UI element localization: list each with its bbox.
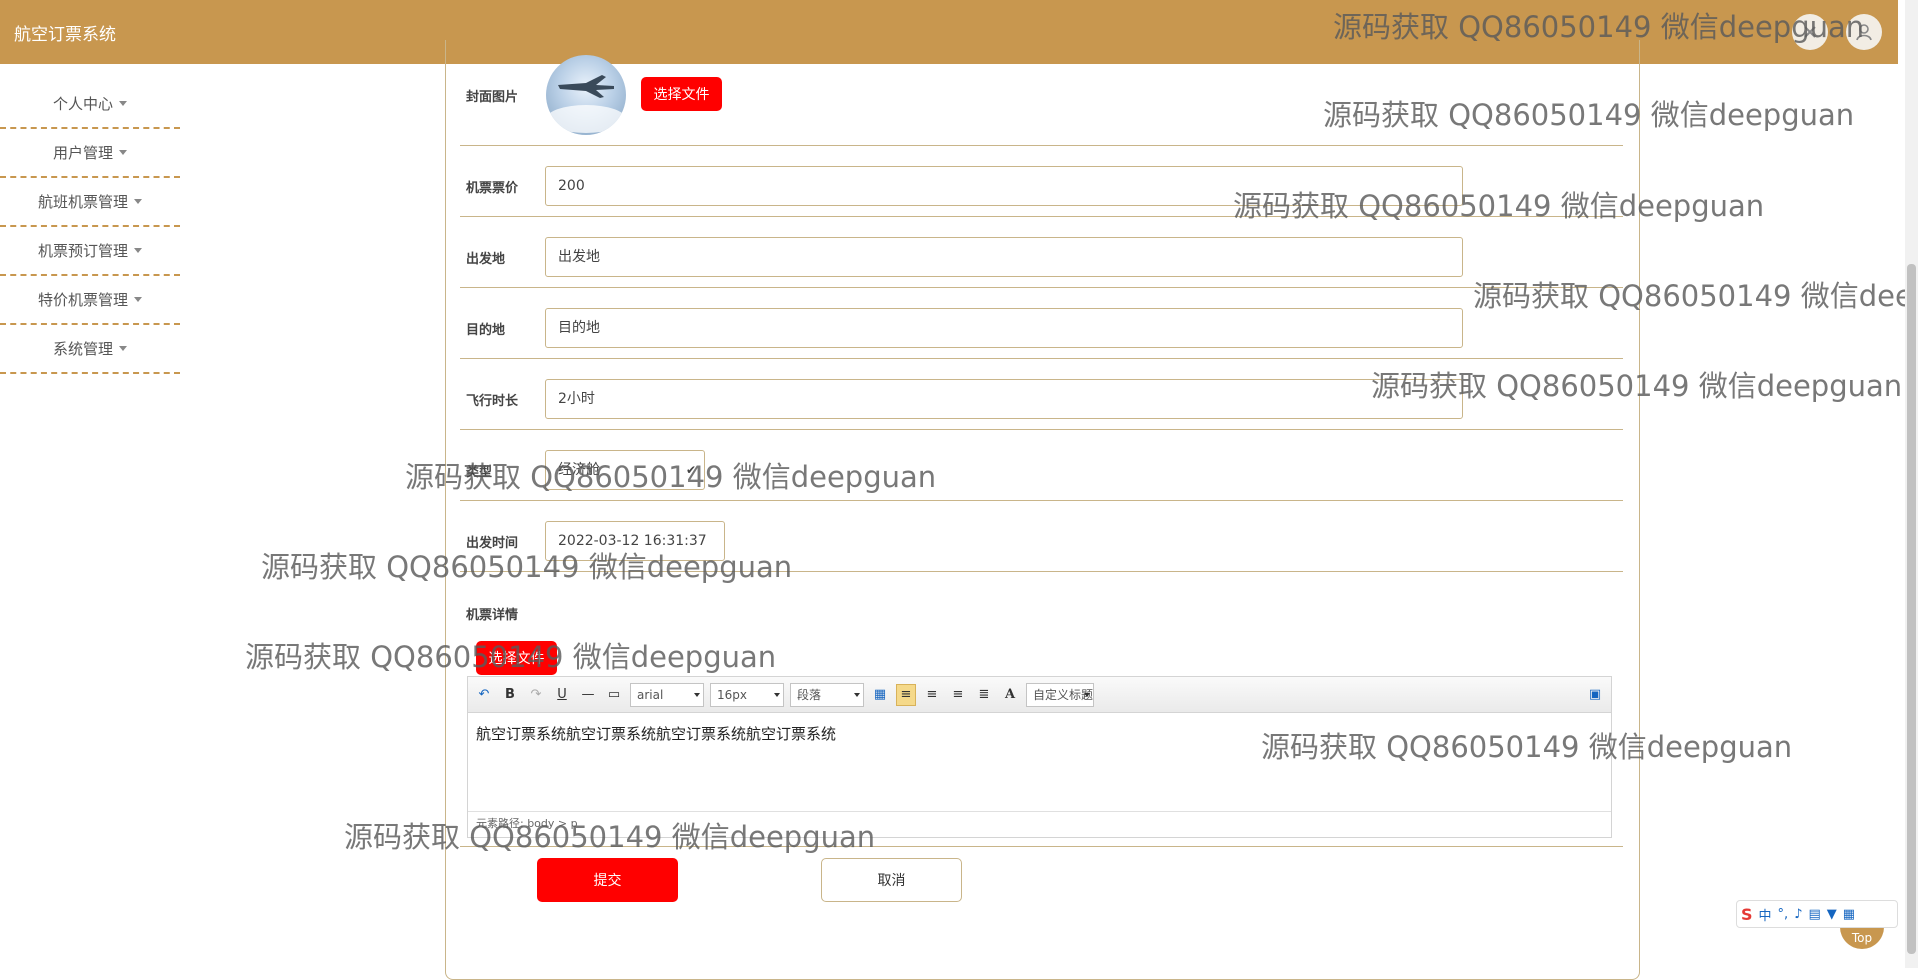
chevron-down-icon [119,101,127,106]
redo-icon[interactable]: ↷ [526,684,546,706]
font-color-icon[interactable]: A [1000,684,1020,706]
departure-label: 出发地 [466,252,506,267]
font-family-select[interactable]: arial [630,682,704,707]
toolbox-icon[interactable]: ▦ [1843,907,1855,922]
cover-image [546,55,626,135]
sidebar-item-label: 用户管理 [52,144,113,162]
sidebar: 个人中心 用户管理 航班机票管理 机票预订管理 特价机票管理 系统管理 [0,80,180,374]
sidebar-item-personal-center[interactable]: 个人中心 [0,80,180,129]
type-row: 类型 经济舱 ✔ [460,430,1623,501]
align-justify-icon[interactable]: ≣ [974,684,994,706]
fullscreen-icon[interactable]: ▣ [1585,684,1605,706]
destination-label: 目的地 [466,323,506,338]
duration-row: 飞行时长 2小时 [460,359,1623,430]
align-right-icon[interactable]: ≡ [922,684,942,706]
chevron-down-icon [119,346,127,351]
submit-button[interactable]: 提交 [537,858,678,902]
align-left-icon[interactable]: ≡ [896,683,916,706]
user-icon[interactable] [1846,14,1882,50]
departure-time-row: 出发时间 2022-03-12 16:31:37 [460,501,1623,572]
sidebar-item-user-management[interactable]: 用户管理 [0,129,180,178]
chevron-down-icon [134,297,142,302]
chevron-down-icon [134,248,142,253]
horizontal-rule-icon[interactable]: — [578,684,598,706]
details-upload-button[interactable]: 选择文件 [476,641,557,675]
airplane-icon [546,75,626,133]
sidebar-item-label: 特价机票管理 [37,291,128,309]
microphone-icon[interactable]: ♪ [1794,907,1802,922]
tools-icon[interactable] [1792,14,1828,50]
underline-icon[interactable]: U [552,684,572,706]
sidebar-item-special-ticket-management[interactable]: 特价机票管理 [0,276,180,325]
ime-toolbar: S 中 °, ♪ ▤ ▼ ▦ [1736,900,1898,928]
cover-upload-button[interactable]: 选择文件 [641,77,722,111]
sidebar-item-system-management[interactable]: 系统管理 [0,325,180,374]
app-title: 航空订票系统 [14,25,116,45]
sogou-logo-icon: S [1741,904,1753,924]
sidebar-item-ticket-booking-management[interactable]: 机票预订管理 [0,227,180,276]
departure-input[interactable]: 出发地 [545,237,1463,277]
keyboard-icon[interactable]: ▤ [1808,907,1820,922]
departure-row: 出发地 出发地 [460,217,1623,288]
undo-icon[interactable]: ↶ [474,684,494,706]
chevron-down-icon: ✔ [685,463,696,477]
duration-input[interactable]: 2小时 [545,379,1463,419]
ime-mode[interactable]: 中 [1759,905,1772,924]
destination-input[interactable]: 目的地 [545,308,1463,348]
price-input[interactable]: 200 [545,166,1463,206]
destination-row: 目的地 目的地 [460,288,1623,359]
ime-punct[interactable]: °, [1778,907,1789,922]
chevron-down-icon [134,199,142,204]
price-row: 机票票价 200 [460,146,1623,217]
duration-label: 飞行时长 [466,394,519,409]
divider [460,846,1623,847]
departure-time-label: 出发时间 [466,536,519,551]
chevron-down-icon [119,150,127,155]
cover-row: 封面图片 [460,64,1623,146]
sidebar-item-label: 个人中心 [52,95,113,113]
details-label: 机票详情 [466,608,519,623]
type-select[interactable]: 经济舱 ✔ [545,450,705,490]
cancel-button[interactable]: 取消 [821,858,962,902]
table-icon[interactable]: ▦ [870,684,890,706]
paragraph-select[interactable]: 段落 [790,682,864,707]
editor-content[interactable]: 航空订票系统航空订票系统航空订票系统航空订票系统 [468,713,1611,811]
sidebar-item-label: 系统管理 [52,340,113,358]
scrollbar-thumb[interactable] [1907,264,1916,954]
skin-icon[interactable]: ▼ [1827,907,1837,922]
sidebar-item-flight-ticket-management[interactable]: 航班机票管理 [0,178,180,227]
editor-toolbar: ↶ B ↷ U — ▭ arial 16px 段落 ▦ ≡ ≡ ≡ ≣ A 自定… [468,677,1611,713]
bold-icon[interactable]: B [500,684,520,706]
scrollbar[interactable] [1905,0,1918,968]
font-size-select[interactable]: 16px [710,682,784,707]
sidebar-item-label: 机票预订管理 [37,242,128,260]
editor-element-path: 元素路径: body > p [468,811,1611,837]
departure-time-input[interactable]: 2022-03-12 16:31:37 [545,521,725,561]
rich-text-editor: ↶ B ↷ U — ▭ arial 16px 段落 ▦ ≡ ≡ ≡ ≣ A 自定… [467,676,1612,838]
paste-text-icon[interactable]: ▭ [604,684,624,706]
type-select-value: 经济舱 [558,462,600,478]
align-center-icon[interactable]: ≡ [948,684,968,706]
price-label: 机票票价 [466,181,519,196]
sidebar-item-label: 航班机票管理 [37,193,128,211]
cover-label: 封面图片 [466,90,519,105]
type-label: 类型 [466,465,493,480]
custom-heading-select[interactable]: 自定义标题 [1026,682,1094,707]
